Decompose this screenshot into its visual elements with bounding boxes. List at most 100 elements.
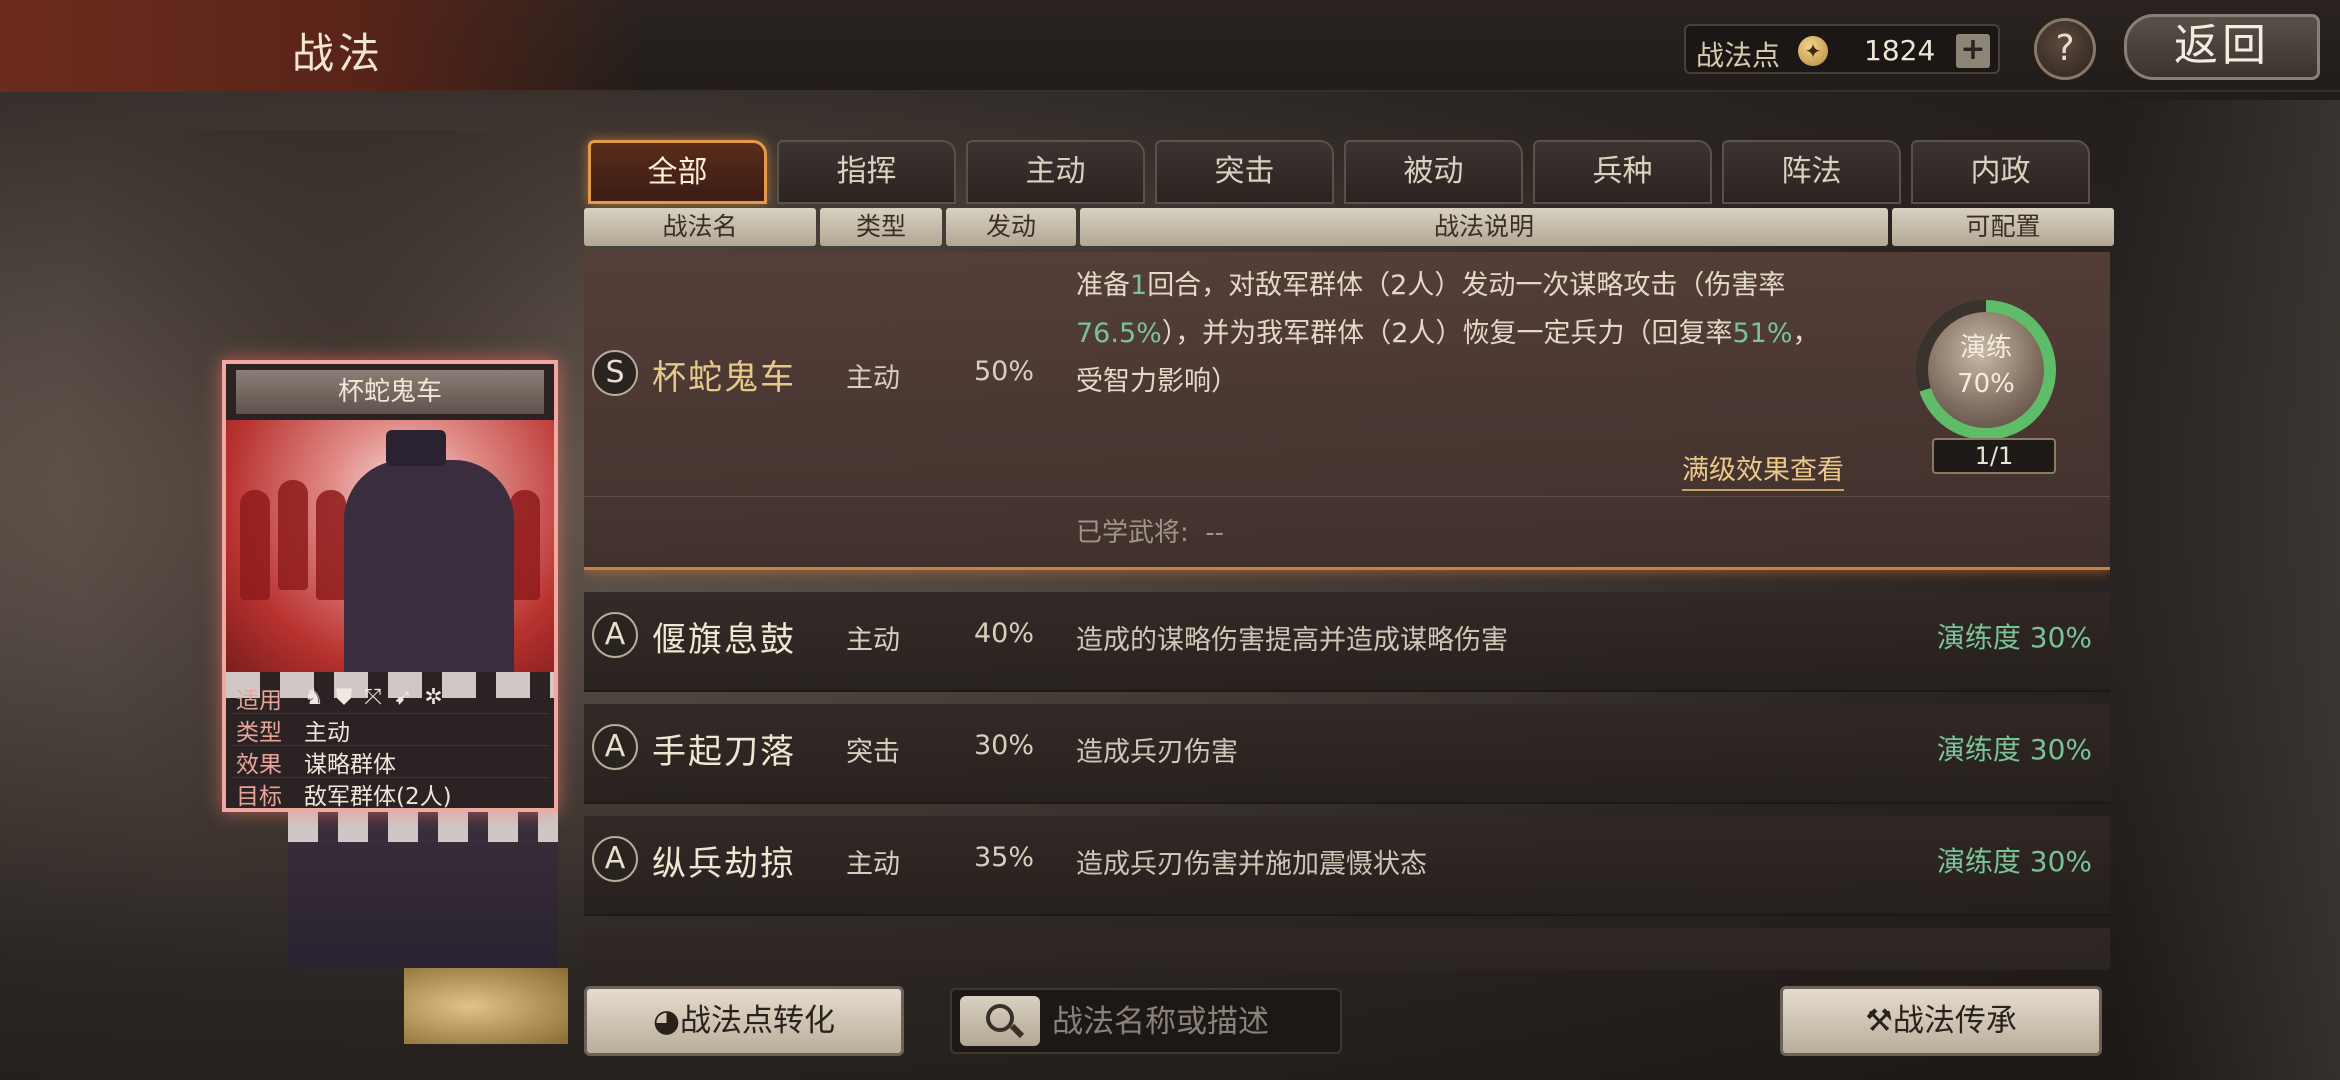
desc-highlight: 76.5% bbox=[1076, 318, 1162, 349]
learned-value: -- bbox=[1205, 518, 1225, 548]
col-name[interactable]: 战法名 bbox=[584, 208, 816, 246]
skill-points-label: 战法点 bbox=[1696, 39, 1781, 72]
desc-highlight: 1 bbox=[1130, 270, 1148, 301]
grade-badge: A bbox=[592, 612, 638, 658]
skill-description: 造成兵刃伤害并施加震慑状态 bbox=[1076, 849, 1427, 880]
hammer-icon: ⚒ bbox=[1865, 1003, 1893, 1039]
inherit-skill-button[interactable]: ⚒战法传承 bbox=[1780, 986, 2102, 1056]
skill-points-value: 1824 bbox=[1864, 34, 1936, 67]
add-points-button[interactable]: + bbox=[1956, 34, 1990, 68]
tab-assault[interactable]: 突击 bbox=[1155, 140, 1334, 204]
desc-text: 准备 bbox=[1076, 270, 1130, 301]
skill-type: 主动 bbox=[846, 625, 900, 656]
view-max-level-link[interactable]: 满级效果查看 bbox=[1682, 448, 1844, 491]
card-row-effect: 效果 谋略群体 bbox=[232, 746, 550, 778]
learned-generals: 已学武将: -- bbox=[1076, 512, 1224, 549]
skill-description: 造成兵刃伤害 bbox=[1076, 737, 1238, 768]
card-stack-wall bbox=[288, 812, 558, 842]
back-button[interactable]: 返回 bbox=[2124, 14, 2320, 80]
skill-card: 杯蛇鬼车 适用 ♞ ⛊ ⤧ ➹ ✲ 类型 主动 效果 谋略群体 目标 敌军群体(… bbox=[222, 360, 558, 812]
learned-label: 已学武将: bbox=[1076, 518, 1189, 548]
page-title: 战法 bbox=[292, 29, 385, 78]
tab-troop[interactable]: 兵种 bbox=[1533, 140, 1712, 204]
shield-icon: ⛊ bbox=[335, 685, 353, 710]
row-divider bbox=[584, 496, 2110, 497]
strategist-hat bbox=[386, 430, 446, 466]
horse-icon: ♞ bbox=[304, 685, 324, 710]
magnifier-handle bbox=[1009, 1023, 1025, 1039]
category-tabs: 全部 指挥 主动 突击 被动 兵种 阵法 内政 bbox=[588, 140, 2090, 204]
skill-description: 造成的谋略伤害提高并造成谋略伤害 bbox=[1076, 625, 1508, 656]
strategist-silhouette bbox=[344, 460, 514, 680]
col-type[interactable]: 类型 bbox=[820, 208, 942, 246]
convert-points-button[interactable]: ◕战法点转化 bbox=[584, 986, 904, 1056]
card-row-type: 类型 主动 bbox=[232, 714, 550, 746]
tab-formation[interactable]: 阵法 bbox=[1722, 140, 1901, 204]
card-row-apply: 适用 ♞ ⛊ ⤧ ➹ ✲ bbox=[232, 682, 550, 714]
practice-value: 70% bbox=[1957, 369, 2015, 399]
flame-icon: ◕ bbox=[652, 1003, 681, 1039]
grade-badge: S bbox=[592, 350, 638, 396]
skill-type: 主动 bbox=[846, 849, 900, 880]
practice-button[interactable]: 演练 70% bbox=[1928, 312, 2044, 428]
practice-degree: 演练度 30% bbox=[1936, 621, 2092, 654]
card-value: 主动 bbox=[304, 719, 350, 746]
skill-name: 手起刀落 bbox=[652, 732, 796, 772]
wheel-icon: ✲ bbox=[424, 685, 443, 710]
help-button[interactable]: ? bbox=[2034, 18, 2096, 80]
skill-type: 主动 bbox=[846, 363, 900, 394]
tab-active[interactable]: 主动 bbox=[966, 140, 1145, 204]
desc-text: ），并为我军群体（2人）恢复一定兵力（回复率 bbox=[1161, 318, 1733, 349]
col-config[interactable]: 可配置 bbox=[1892, 208, 2114, 246]
search-box bbox=[950, 988, 1342, 1054]
card-row-target: 目标 敌军群体(2人) bbox=[232, 778, 550, 810]
convert-label: 战法点转化 bbox=[680, 1003, 836, 1039]
card-value: 敌军群体(2人) bbox=[304, 783, 452, 810]
practice-progress-ring[interactable]: 演练 70% bbox=[1916, 300, 2056, 440]
col-rate[interactable]: 发动 bbox=[946, 208, 1076, 246]
search-input[interactable] bbox=[1052, 1000, 1332, 1044]
card-info: 适用 ♞ ⛊ ⤧ ➹ ✲ 类型 主动 效果 谋略群体 目标 敌军群体(2人) bbox=[232, 682, 550, 810]
skill-type: 突击 bbox=[846, 737, 900, 768]
background-right-art bbox=[2120, 100, 2340, 1080]
card-key: 目标 bbox=[236, 783, 282, 810]
tab-passive[interactable]: 被动 bbox=[1344, 140, 1523, 204]
practice-degree: 演练度 30% bbox=[1936, 733, 2092, 766]
spear-icon: ➹ bbox=[393, 685, 413, 710]
soldier-silhouette bbox=[316, 490, 346, 600]
card-key: 适用 bbox=[236, 687, 282, 714]
practice-degree: 演练度 30% bbox=[1936, 845, 2092, 878]
skill-rate: 50% bbox=[974, 356, 1035, 387]
soldier-silhouette bbox=[510, 490, 540, 600]
bow-icon: ⤧ bbox=[364, 685, 382, 710]
grade-badge: A bbox=[592, 724, 638, 770]
col-desc: 战法说明 bbox=[1080, 208, 1888, 246]
top-bar: 战法 战法点 ✦ 1824 + ? 返回 bbox=[0, 0, 2340, 92]
skill-row[interactable]: A 偃旗息鼓 主动 40% 造成的谋略伤害提高并造成谋略伤害 演练度 30% bbox=[584, 592, 2110, 692]
coin-icon: ✦ bbox=[1798, 36, 1828, 66]
skill-full-description: 准备1回合，对敌军群体（2人）发动一次谋略攻击（伤害率 76.5%），并为我军群体… bbox=[1076, 262, 1836, 406]
skill-rate: 30% bbox=[974, 730, 1035, 761]
skill-row-selected[interactable]: S 杯蛇鬼车 主动 50% 准备1回合，对敌军群体（2人）发动一次谋略攻击（伤害… bbox=[584, 252, 2110, 570]
soldier-silhouette bbox=[278, 480, 308, 590]
practice-label: 演练 bbox=[1959, 333, 2012, 363]
card-key: 效果 bbox=[236, 751, 282, 778]
card-key: 类型 bbox=[236, 719, 282, 746]
card-title: 杯蛇鬼车 bbox=[236, 370, 544, 414]
skill-row[interactable]: A 纵兵劫掠 主动 35% 造成兵刃伤害并施加震慑状态 演练度 30% bbox=[584, 816, 2110, 916]
skill-row[interactable] bbox=[584, 928, 2110, 970]
tab-domestic[interactable]: 内政 bbox=[1911, 140, 2090, 204]
desc-highlight: 51% bbox=[1732, 318, 1793, 349]
grade-badge: A bbox=[592, 836, 638, 882]
skill-name: 纵兵劫掠 bbox=[652, 844, 796, 884]
tab-all[interactable]: 全部 bbox=[588, 140, 767, 204]
desc-text: 回合，对敌军群体（2人）发动一次谋略攻击（伤害率 bbox=[1147, 270, 1786, 301]
search-icon[interactable] bbox=[960, 996, 1040, 1046]
inherit-label: 战法传承 bbox=[1892, 1003, 2017, 1039]
skill-points-box: 战法点 ✦ 1824 + bbox=[1684, 24, 2000, 74]
soldier-silhouette bbox=[240, 490, 270, 600]
card-value: 谋略群体 bbox=[304, 751, 396, 778]
skill-row[interactable]: A 手起刀落 突击 30% 造成兵刃伤害 演练度 30% bbox=[584, 704, 2110, 804]
tab-command[interactable]: 指挥 bbox=[777, 140, 956, 204]
card-art bbox=[226, 420, 554, 698]
